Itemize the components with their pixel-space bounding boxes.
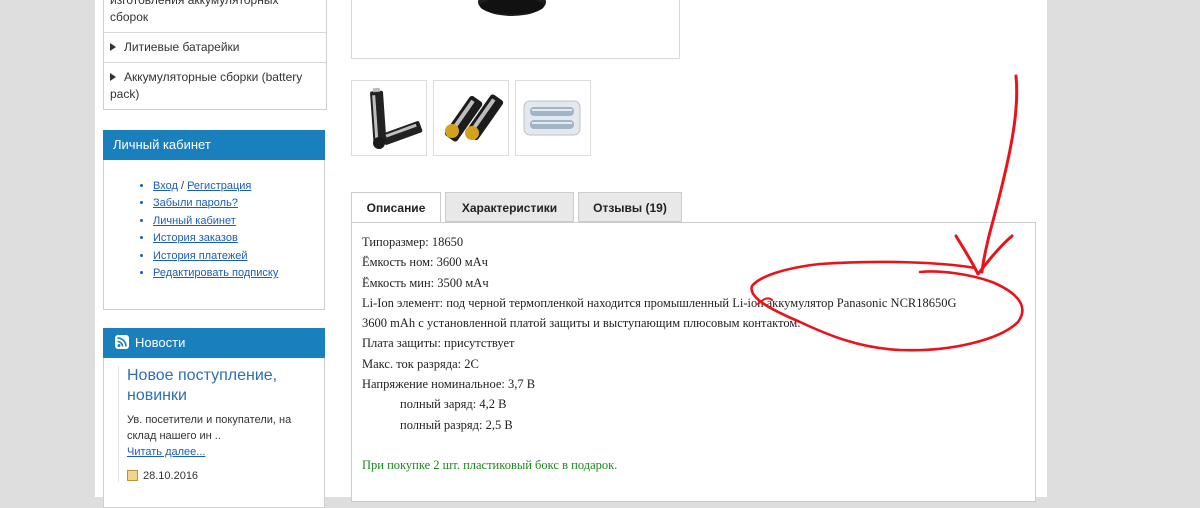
description-line: Напряжение номинальное: 3,7 В: [362, 377, 536, 392]
battery-image: [478, 0, 546, 16]
news-item-title[interactable]: Новое поступление, новинки: [127, 366, 323, 406]
category-item-battery-pack[interactable]: Аккумуляторные сборки (battery pack): [104, 63, 326, 109]
description-line: Ёмкость мин: 3500 мАч: [362, 275, 489, 290]
list-item: Забыли пароль?: [153, 195, 324, 212]
battery-thumbnail-image: [444, 94, 504, 142]
news-panel: Новое поступление, новинки Ув. посетител…: [103, 358, 325, 508]
arrow-bullet-icon: [110, 73, 116, 81]
category-menu: изготовления аккумуляторных сборок Литие…: [103, 0, 327, 110]
payment-history-link[interactable]: История платежей: [153, 250, 248, 262]
product-thumbnail-3[interactable]: [515, 80, 591, 156]
product-description: Типоразмер: 18650 Ёмкость ном: 3600 мАч …: [362, 232, 957, 475]
battery-thumbnail-image: [370, 87, 423, 149]
news-date-value: 28.10.2016: [143, 470, 199, 482]
account-panel: Вход / Регистрация Забыли пароль? Личный…: [103, 160, 325, 310]
description-line: полный заряд: 4,2 В: [400, 397, 507, 412]
separator: /: [180, 180, 185, 192]
description-line: 3600 mAh с установленной платой защиты и…: [362, 316, 801, 331]
category-item-label: Аккумуляторные сборки (battery pack): [110, 70, 303, 101]
tab-description[interactable]: Описание: [351, 192, 441, 223]
order-history-link[interactable]: История заказов: [153, 232, 238, 244]
description-line: Плата защиты: присутствует: [362, 336, 515, 351]
edit-pencil-icon: [127, 470, 138, 481]
news-date: 28.10.2016: [127, 470, 323, 482]
tab-reviews[interactable]: Отзывы (19): [578, 192, 682, 222]
account-link[interactable]: Личный кабинет: [153, 215, 236, 227]
list-item: Редактировать подписку: [153, 265, 324, 282]
category-item-lithium-batteries[interactable]: Литиевые батарейки: [104, 33, 326, 63]
tab-label: Отзывы (19): [593, 201, 667, 215]
news-panel-header: Новости: [103, 328, 325, 358]
rss-icon: [115, 335, 129, 349]
list-item: Личный кабинет: [153, 213, 324, 230]
description-line: полный разряд: 2,5 В: [400, 417, 513, 432]
description-line: Li-Ion элемент: под черной термопленкой …: [362, 295, 957, 310]
forgot-password-link[interactable]: Забыли пароль?: [153, 197, 238, 209]
account-links: Вход / Регистрация Забыли пароль? Личный…: [104, 160, 324, 282]
edit-subscription-link[interactable]: Редактировать подписку: [153, 267, 278, 279]
product-thumbnail-2[interactable]: [433, 80, 509, 156]
list-item: История платежей: [153, 248, 324, 265]
promo-text: При покупке 2 шт. пластиковый бокс в под…: [362, 457, 618, 472]
product-main-image[interactable]: [351, 0, 680, 59]
description-line: Ёмкость ном: 3600 мАч: [362, 255, 488, 270]
description-line: Макс. ток разряда: 2С: [362, 356, 479, 371]
list-item: История заказов: [153, 230, 324, 247]
read-more-link[interactable]: Читать далее...: [127, 444, 323, 460]
tab-characteristics[interactable]: Характеристики: [445, 192, 574, 222]
product-thumbnail-1[interactable]: [351, 80, 427, 156]
account-panel-header: Личный кабинет: [103, 130, 325, 160]
arrow-bullet-icon: [110, 43, 116, 51]
tab-label: Описание: [366, 201, 426, 215]
login-link[interactable]: Вход: [153, 180, 178, 192]
account-panel-title: Личный кабинет: [113, 137, 211, 152]
category-item-label: изготовления аккумуляторных сборок: [110, 0, 279, 24]
news-item-text: Ув. посетители и покупатели, на склад на…: [127, 414, 292, 442]
tab-label: Характеристики: [461, 201, 558, 215]
description-line: Типоразмер: 18650: [362, 235, 464, 249]
news-item: Новое поступление, новинки Ув. посетител…: [118, 366, 323, 482]
news-panel-title: Новости: [135, 335, 186, 350]
category-item-assembly[interactable]: изготовления аккумуляторных сборок: [104, 0, 326, 33]
category-item-label: Литиевые батарейки: [124, 40, 240, 54]
register-link[interactable]: Регистрация: [187, 180, 251, 192]
list-item: Вход / Регистрация: [153, 178, 324, 195]
battery-box-thumbnail-image: [523, 100, 581, 136]
